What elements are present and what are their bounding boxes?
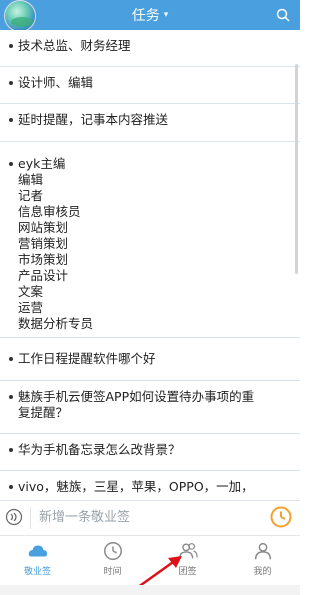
note-text: 网站策划 — [18, 220, 69, 235]
note-text: 魅族手机云便签APP如何设置待办事项的重 — [18, 389, 255, 404]
note-list: 技术总监、财务经理 设计师、编辑 延时提醒，记事本内容推送 eyk主编 编辑 记… — [0, 30, 300, 500]
tab-label: 敬业签 — [23, 567, 51, 577]
note-text: eyk主编 — [18, 156, 66, 171]
note-text: 复提醒？ — [18, 405, 69, 420]
new-note-input[interactable]: 新增一条敬业签 — [30, 507, 260, 529]
system-nav-strip — [0, 585, 300, 595]
cloud-icon — [28, 545, 47, 557]
note-text: 产品设计 — [18, 268, 69, 283]
list-item[interactable]: 技术总监、财务经理 — [0, 30, 300, 67]
note-text: 技术总监、财务经理 — [18, 38, 131, 53]
bottom-tab-bar: 敬业签 时间 团签 我的 — [0, 535, 300, 585]
chevron-down-icon: ▾ — [163, 10, 169, 20]
note-text: 编辑 — [18, 172, 44, 187]
tab-mine[interactable]: 我的 — [225, 536, 300, 585]
top-header: 任务 ▾ — [0, 0, 300, 32]
note-text: 延时提醒，记事本内容推送 — [18, 112, 169, 127]
list-item[interactable]: 工作日程提醒软件哪个好 — [0, 338, 300, 381]
note-text: vivo，魅族，三星，苹果，OPPO，一加， — [18, 479, 254, 494]
voice-switch-icon[interactable] — [5, 508, 23, 526]
note-text: 市场策划 — [18, 252, 69, 267]
list-item[interactable]: 延时提醒，记事本内容推送 — [0, 104, 300, 142]
note-text: 记者 — [18, 188, 44, 203]
tab-time[interactable]: 时间 — [75, 536, 150, 585]
reminder-clock-icon[interactable] — [270, 506, 292, 528]
note-text: 运营 — [18, 300, 44, 315]
tab-label: 我的 — [253, 567, 272, 577]
team-icon — [178, 543, 198, 559]
note-text: 华为手机备忘录怎么改背景？ — [18, 442, 181, 457]
note-text: 数据分析专员 — [18, 316, 94, 331]
list-item[interactable]: 华为手机备忘录怎么改背景？ — [0, 434, 300, 471]
search-icon[interactable] — [276, 8, 290, 22]
clock-icon — [103, 542, 122, 560]
list-item[interactable]: vivo，魅族，三星，苹果，OPPO，一加， — [0, 471, 300, 500]
tab-jingyeqian[interactable]: 敬业签 — [0, 536, 75, 585]
note-text: 工作日程提醒软件哪个好 — [18, 351, 156, 366]
tab-label: 时间 — [103, 567, 122, 577]
note-text: 信息审核员 — [18, 204, 81, 219]
note-text: 文案 — [18, 284, 44, 299]
tab-team[interactable]: 团签 — [150, 536, 225, 585]
person-icon — [254, 542, 271, 560]
page-title: 任务 — [131, 8, 160, 24]
tab-label: 团签 — [178, 567, 197, 577]
header-title-dropdown[interactable]: 任务 ▾ — [0, 0, 300, 30]
list-item[interactable]: 魅族手机云便签APP如何设置待办事项的重 复提醒？ — [0, 381, 300, 434]
list-item[interactable]: 设计师、编辑 — [0, 67, 300, 104]
input-bar: 新增一条敬业签 — [0, 500, 300, 534]
note-text: 营销策划 — [18, 236, 69, 251]
note-text: 设计师、编辑 — [18, 75, 94, 90]
list-item[interactable]: eyk主编 编辑 记者 信息审核员 网站策划 营销策划 市场策划 产品设计 文案… — [0, 142, 300, 338]
scrollbar[interactable] — [295, 64, 298, 274]
